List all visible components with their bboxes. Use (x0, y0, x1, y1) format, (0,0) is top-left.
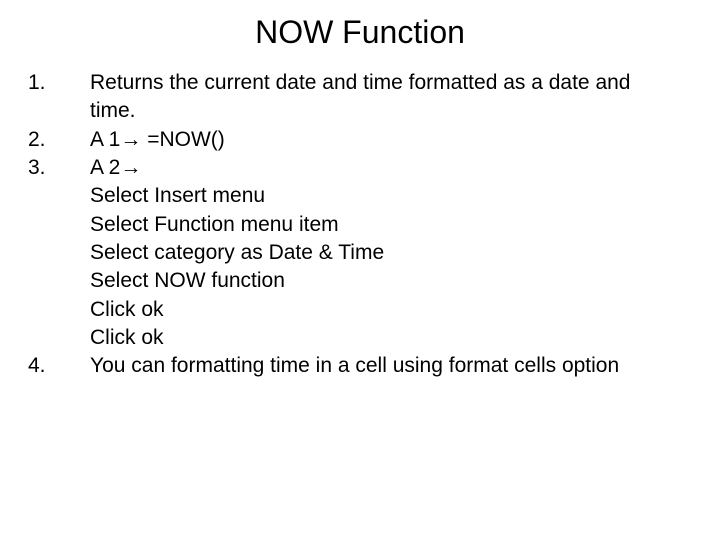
list-number: 3. (28, 154, 90, 182)
sub-step: Select category as Date & Time (28, 239, 680, 267)
list-text: A 1→ =NOW() (90, 126, 680, 154)
page-title: NOW Function (0, 0, 720, 69)
list-item: 1. Returns the current date and time for… (28, 69, 680, 126)
list-number: 2. (28, 126, 90, 154)
list-text: You can formatting time in a cell using … (90, 352, 680, 380)
list-text: A 2→ (90, 154, 680, 182)
content-area: 1. Returns the current date and time for… (0, 69, 720, 381)
sub-step: Click ok (28, 324, 680, 352)
list-item: 3. A 2→ (28, 154, 680, 182)
sub-step: Select Insert menu (28, 182, 680, 210)
list-text: Returns the current date and time format… (90, 69, 680, 126)
list-item: 2. A 1→ =NOW() (28, 126, 680, 154)
list-item: 4. You can formatting time in a cell usi… (28, 352, 680, 380)
list-number: 1. (28, 69, 90, 97)
sub-step: Click ok (28, 296, 680, 324)
sub-step: Select NOW function (28, 267, 680, 295)
list-number: 4. (28, 352, 90, 380)
sub-step: Select Function menu item (28, 211, 680, 239)
